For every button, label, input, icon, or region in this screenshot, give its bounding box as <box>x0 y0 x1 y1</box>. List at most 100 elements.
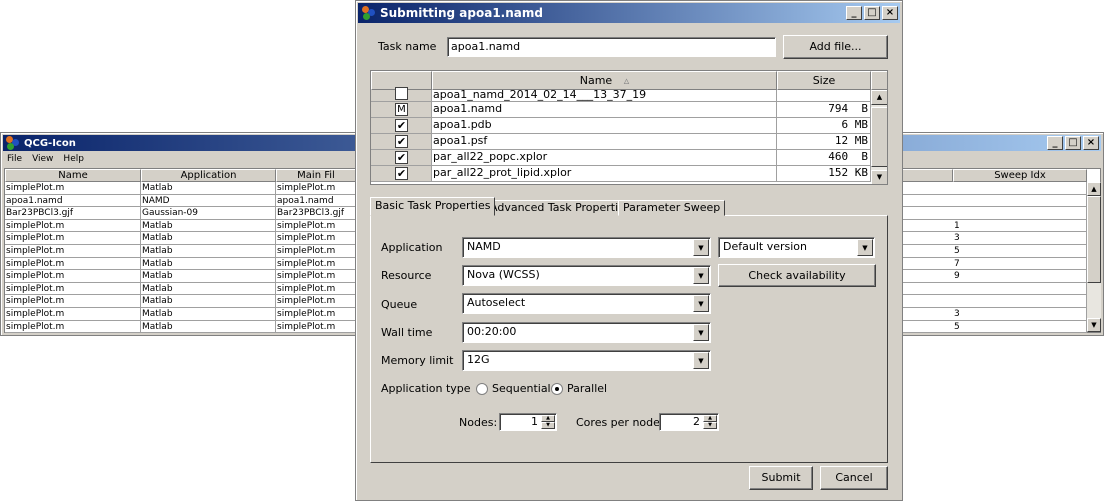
window-title: QCG-Icon <box>24 137 76 149</box>
file-name: apoa1.pdb <box>432 118 777 134</box>
table-cell: Gaussian-09 <box>141 207 276 220</box>
cores-label: Cores per node: <box>576 416 664 429</box>
version-select[interactable]: Default version ▼ <box>718 237 875 258</box>
table-cell: simplePlot.m <box>5 308 141 321</box>
walltime-select[interactable]: 00:20:00 ▼ <box>462 322 711 343</box>
table-cell: Bar23PBCl3.gjf <box>276 207 356 220</box>
table-cell: 3 <box>953 308 1087 321</box>
table-cell: simplePlot.m <box>276 270 356 283</box>
menu-view[interactable]: View <box>32 152 53 166</box>
maximize-button[interactable]: □ <box>1065 136 1081 150</box>
chevron-down-icon[interactable]: ▼ <box>693 267 709 284</box>
scroll-down-arrow-icon[interactable]: ▼ <box>1087 318 1101 332</box>
nodes-spinbox[interactable]: 1 ▲ ▼ <box>499 413 557 431</box>
table-cell: Matlab <box>141 182 276 195</box>
table-cell: simplePlot.m <box>276 320 356 334</box>
chevron-down-icon[interactable]: ▼ <box>693 239 709 256</box>
scroll-up-arrow-icon[interactable]: ▲ <box>1087 182 1101 196</box>
file-checkbox[interactable]: ✔ <box>395 135 408 148</box>
file-size <box>777 90 871 102</box>
table-cell: Matlab <box>141 257 276 271</box>
application-select[interactable]: NAMD ▼ <box>462 237 711 258</box>
table-cell: apoa1.namd <box>5 194 141 208</box>
scroll-up-arrow-icon[interactable]: ▲ <box>871 90 887 105</box>
spin-up-icon[interactable]: ▲ <box>541 415 555 422</box>
tab-advanced[interactable]: Advanced Task Properties <box>485 200 636 216</box>
spin-down-icon[interactable]: ▼ <box>541 422 555 429</box>
queue-label: Queue <box>381 298 418 311</box>
table-cell: 3 <box>953 232 1087 245</box>
maximize-button[interactable]: □ <box>864 6 880 20</box>
file-size: 460 B <box>777 150 871 166</box>
tab-basic[interactable]: Basic Task Properties <box>370 197 496 216</box>
table-cell <box>953 194 1087 208</box>
column-header[interactable]: Main Fil <box>276 169 356 182</box>
check-availability-button[interactable]: Check availability <box>718 264 876 287</box>
table-cell: simplePlot.m <box>276 282 356 296</box>
file-checkbox[interactable]: ✔ <box>395 151 408 164</box>
file-checkbox[interactable]: ✔ <box>395 167 408 180</box>
close-button[interactable]: × <box>1083 136 1099 150</box>
table-cell: simplePlot.m <box>276 295 356 308</box>
add-file-button[interactable]: Add file... <box>783 35 888 59</box>
task-name-label: Task name <box>378 40 437 53</box>
file-size: 794 B <box>777 102 871 118</box>
menu-file[interactable]: File <box>7 152 22 166</box>
submit-button[interactable]: Submit <box>749 466 813 490</box>
spin-down-icon[interactable]: ▼ <box>703 422 717 429</box>
sequential-radio[interactable] <box>476 383 488 395</box>
table-cell: simplePlot.m <box>276 308 356 321</box>
minimize-button[interactable]: _ <box>846 6 862 20</box>
column-header-size[interactable]: Size <box>777 71 871 90</box>
chevron-down-icon[interactable]: ▼ <box>857 239 873 256</box>
file-checkbox[interactable] <box>395 87 408 100</box>
table-cell: Matlab <box>141 270 276 283</box>
sequential-label: Sequential <box>492 382 551 395</box>
close-button[interactable]: × <box>882 6 898 20</box>
file-name: apoa1.namd <box>432 102 777 118</box>
task-name-input[interactable]: apoa1.namd <box>447 37 776 57</box>
file-name: apoa1_namd_2014_02_14___13_37_19 <box>432 90 777 102</box>
file-checkbox[interactable]: M <box>395 103 408 116</box>
walltime-label: Wall time <box>381 326 433 339</box>
spin-up-icon[interactable]: ▲ <box>703 415 717 422</box>
app-logo-icon <box>362 6 376 20</box>
resource-select[interactable]: Nova (WCSS) ▼ <box>462 265 711 286</box>
file-name: par_all22_prot_lipid.xplor <box>432 166 777 182</box>
minimize-button[interactable]: _ <box>1047 136 1063 150</box>
memory-select[interactable]: 12G ▼ <box>462 350 711 371</box>
table-cell: Bar23PBCl3.gjf <box>5 207 141 220</box>
table-scrollbar[interactable]: ▲ ▼ <box>1087 182 1101 332</box>
chevron-down-icon[interactable]: ▼ <box>693 295 709 312</box>
menu-help[interactable]: Help <box>63 152 84 166</box>
table-cell <box>953 207 1087 220</box>
file-table-scrollbar[interactable]: ▲ ▼ <box>871 90 887 184</box>
column-header[interactable]: Application <box>141 169 276 182</box>
file-checkbox[interactable]: ✔ <box>395 119 408 132</box>
table-cell: simplePlot.m <box>276 182 356 195</box>
table-cell: 5 <box>953 245 1087 258</box>
scroll-down-arrow-icon[interactable]: ▼ <box>871 170 887 184</box>
cores-spinbox[interactable]: 2 ▲ ▼ <box>659 413 719 431</box>
parallel-radio[interactable] <box>551 383 563 395</box>
table-cell: Matlab <box>141 232 276 245</box>
chevron-down-icon[interactable]: ▼ <box>693 352 709 369</box>
cancel-button[interactable]: Cancel <box>820 466 888 490</box>
table-cell: simplePlot.m <box>276 257 356 271</box>
table-cell <box>953 282 1087 296</box>
queue-select[interactable]: Autoselect ▼ <box>462 293 711 314</box>
table-cell: simplePlot.m <box>5 257 141 271</box>
table-cell: simplePlot.m <box>5 182 141 195</box>
application-label: Application <box>381 241 443 254</box>
table-cell: Matlab <box>141 295 276 308</box>
scroll-thumb[interactable] <box>1087 196 1101 283</box>
column-header-name[interactable]: Name ▵ <box>432 71 777 90</box>
table-cell: Matlab <box>141 245 276 258</box>
table-cell: NAMD <box>141 194 276 208</box>
chevron-down-icon[interactable]: ▼ <box>693 324 709 341</box>
tab-parameter-sweep[interactable]: Parameter Sweep <box>618 200 726 216</box>
column-header[interactable]: Name <box>5 169 141 182</box>
column-header[interactable]: Sweep Idx <box>953 169 1087 182</box>
scroll-thumb[interactable] <box>871 107 887 167</box>
table-cell: Matlab <box>141 320 276 334</box>
